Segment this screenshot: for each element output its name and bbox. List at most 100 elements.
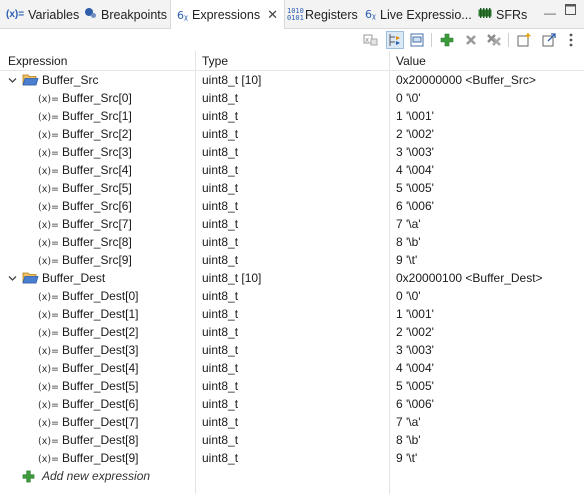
expression-label: Buffer_Dest[5] xyxy=(62,379,139,393)
variable-icon: (x)= xyxy=(38,148,59,159)
tab-registers[interactable]: 1010 0101 Registers xyxy=(287,0,358,29)
expression-type: uint8_t xyxy=(202,199,239,213)
column-header-type[interactable]: Type xyxy=(202,54,228,68)
tab-expressions[interactable]: 6ᵪ Expressions ✕ xyxy=(170,0,285,30)
table-row[interactable]: (x)= Buffer_Src[0] uint8_t 0 '\0' xyxy=(0,90,584,108)
expression-type: uint8_t [10] xyxy=(202,73,262,87)
expression-label: Buffer_Dest[1] xyxy=(62,307,139,321)
add-expression-label: Add new expression xyxy=(42,469,151,483)
new-window-icon[interactable] xyxy=(515,31,533,49)
variable-icon: (x)= xyxy=(38,436,59,447)
variable-icon: (x)= xyxy=(38,364,59,375)
expression-type: uint8_t xyxy=(202,343,239,357)
minimize-icon[interactable]: — xyxy=(544,6,556,20)
expression-name: (x)= Buffer_Dest[4] xyxy=(38,361,139,375)
expression-value: 0 '\0' xyxy=(396,91,421,105)
table-row[interactable]: (x)= Buffer_Src[7] uint8_t 7 '\a' xyxy=(0,216,584,234)
expression-type: uint8_t xyxy=(202,145,239,159)
tab-label: Variables xyxy=(28,7,80,22)
expression-name: (x)= Buffer_Dest[9] xyxy=(38,451,139,465)
table-row[interactable]: (x)= Buffer_Src[2] uint8_t 2 '\002' xyxy=(0,126,584,144)
table-row[interactable]: (x)= Buffer_Dest[7] uint8_t 7 '\a' xyxy=(0,414,584,432)
view-tab-bar: (x)= Variables Breakpoints 6ᵪ Expression… xyxy=(0,0,584,30)
table-row[interactable]: (x)= Buffer_Src[5] uint8_t 5 '\005' xyxy=(0,180,584,198)
expression-label: Buffer_Src[8] xyxy=(62,235,132,249)
expression-label: Buffer_Dest[8] xyxy=(62,433,139,447)
expression-type: uint8_t xyxy=(202,307,239,321)
variable-icon: (x)= xyxy=(38,202,59,213)
folder-icon xyxy=(22,271,39,287)
variable-icon: (x)= xyxy=(38,94,59,105)
table-row-group[interactable]: Buffer_Src uint8_t [10] 0x20000000 <Buffer… xyxy=(0,72,584,90)
expression-name: (x)= Buffer_Src[0] xyxy=(38,91,132,105)
table-row[interactable]: (x)= Buffer_Src[9] uint8_t 9 '\t' xyxy=(0,252,584,270)
table-row-group[interactable]: Buffer_Dest uint8_t [10] 0x20000100 <Buffe… xyxy=(0,270,584,288)
expression-type: uint8_t xyxy=(202,451,239,465)
table-row[interactable]: (x)= Buffer_Src[3] uint8_t 3 '\003' xyxy=(0,144,584,162)
table-row[interactable]: (x)= Buffer_Dest[8] uint8_t 8 '\b' xyxy=(0,432,584,450)
layout-icon[interactable] xyxy=(408,31,426,49)
tab-live-expressions[interactable]: 6ᵪ Live Expressio... xyxy=(365,0,472,29)
expressions-icon: 6ᵪ xyxy=(177,8,188,22)
expression-type: uint8_t xyxy=(202,289,239,303)
tab-variables[interactable]: (x)= Variables xyxy=(6,0,79,29)
view-menu-icon[interactable] xyxy=(564,31,578,49)
table-row[interactable]: (x)= Buffer_Src[1] uint8_t 1 '\001' xyxy=(0,108,584,126)
expression-name: (x)= Buffer_Src[8] xyxy=(38,235,132,249)
svg-text:x: x xyxy=(365,36,369,44)
expression-label: Buffer_Dest[0] xyxy=(62,289,139,303)
export-icon[interactable] xyxy=(540,31,558,49)
column-header-value[interactable]: Value xyxy=(396,54,426,68)
expression-value: 5 '\005' xyxy=(396,379,434,393)
expression-type: uint8_t xyxy=(202,181,239,195)
show-type-names-icon[interactable] xyxy=(386,31,404,49)
expression-name: (x)= Buffer_Dest[3] xyxy=(38,343,139,357)
variable-icon: (x)= xyxy=(38,346,59,357)
live-expressions-icon: 6ᵪ xyxy=(365,8,376,21)
expression-value: 6 '\006' xyxy=(396,397,434,411)
expression-name: Buffer_Dest xyxy=(22,271,105,287)
table-row[interactable]: (x)= Buffer_Dest[0] uint8_t 0 '\0' xyxy=(0,288,584,306)
tab-sfrs[interactable]: SFRs xyxy=(478,0,527,29)
expression-name: (x)= Buffer_Dest[6] xyxy=(38,397,139,411)
close-icon[interactable]: ✕ xyxy=(267,7,278,23)
table-row[interactable]: (x)= Buffer_Dest[3] uint8_t 3 '\003' xyxy=(0,342,584,360)
tab-breakpoints[interactable]: Breakpoints xyxy=(84,0,167,29)
expression-type: uint8_t xyxy=(202,127,239,141)
expression-name: (x)= Buffer_Dest[1] xyxy=(38,307,139,321)
table-row[interactable]: (x)= Buffer_Dest[1] uint8_t 1 '\001' xyxy=(0,306,584,324)
expression-name: (x)= Buffer_Src[4] xyxy=(38,163,132,177)
variable-icon: (x)= xyxy=(38,184,59,195)
toolbar-separator xyxy=(431,33,432,47)
table-row[interactable]: (x)= Buffer_Dest[9] uint8_t 9 '\t' xyxy=(0,450,584,468)
expression-label: Buffer_Src[6] xyxy=(62,199,132,213)
variable-icon: (x)= xyxy=(38,454,59,465)
add-expression-icon[interactable] xyxy=(438,31,456,49)
expression-type: uint8_t xyxy=(202,415,239,429)
table-row[interactable]: (x)= Buffer_Dest[6] uint8_t 6 '\006' xyxy=(0,396,584,414)
column-header-expression[interactable]: Expression xyxy=(8,54,67,68)
toolbar-separator xyxy=(508,33,509,47)
remove-icon[interactable] xyxy=(462,31,480,49)
table-row[interactable]: (x)= Buffer_Dest[5] uint8_t 5 '\005' xyxy=(0,378,584,396)
tab-label: Live Expressio... xyxy=(380,7,472,22)
variables-icon: (x)= xyxy=(6,9,25,20)
expression-type: uint8_t xyxy=(202,253,239,267)
expression-value: 8 '\b' xyxy=(396,433,421,447)
table-row[interactable]: (x)= Buffer_Src[4] uint8_t 4 '\004' xyxy=(0,162,584,180)
table-row[interactable]: (x)= Buffer_Src[8] uint8_t 8 '\b' xyxy=(0,234,584,252)
table-row[interactable]: (x)= Buffer_Src[6] uint8_t 6 '\006' xyxy=(0,198,584,216)
collapse-all-icon[interactable]: x xyxy=(362,31,380,49)
maximize-icon[interactable] xyxy=(565,4,576,18)
chevron-down-icon[interactable] xyxy=(8,272,17,281)
expression-value: 7 '\a' xyxy=(396,217,421,231)
remove-all-icon[interactable] xyxy=(485,31,503,49)
expression-value: 3 '\003' xyxy=(396,145,434,159)
expression-value: 7 '\a' xyxy=(396,415,421,429)
table-row[interactable]: (x)= Buffer_Dest[4] uint8_t 4 '\004' xyxy=(0,360,584,378)
variable-icon: (x)= xyxy=(38,382,59,393)
table-row[interactable]: (x)= Buffer_Dest[2] uint8_t 2 '\002' xyxy=(0,324,584,342)
add-expression-row[interactable]: Add new expression xyxy=(0,468,584,486)
chevron-down-icon[interactable] xyxy=(8,74,17,83)
folder-icon xyxy=(22,73,39,89)
